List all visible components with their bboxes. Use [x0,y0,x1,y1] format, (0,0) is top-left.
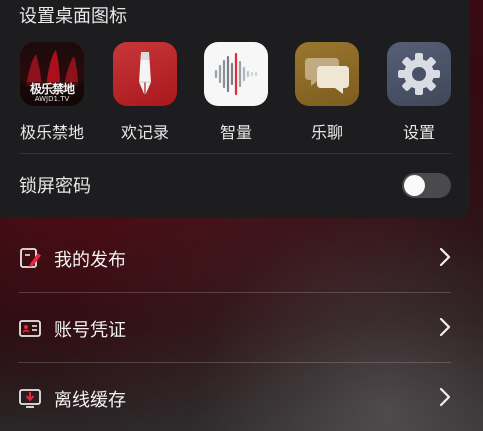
menu-item-my-posts[interactable]: 我的发布 [0,222,483,292]
app-item-jile-jindi[interactable]: 极乐禁地 AWJD1.TV 极乐禁地 [12,42,92,143]
panel-title: 设置桌面图标 [19,6,127,27]
download-monitor-icon [19,389,41,408]
app-label: 极乐禁地 [19,123,84,142]
app-item-zhiliang[interactable]: 智量 [196,42,276,143]
menu-item-label: 离线缓存 [54,390,126,411]
chat-bubbles-app-icon [295,42,359,106]
lock-password-label: 锁屏密码 [19,176,91,197]
app-label: 欢记录 [120,123,169,142]
app-icon-subtitle-text: AWJD1.TV [34,95,70,103]
app-item-huanjilu[interactable]: 欢记录 [105,42,185,143]
menu-item-label: 我的发布 [54,250,126,271]
desktop-icon-panel: 设置桌面图标 极乐禁地 AWJD1.TV 极乐禁地 欢记录 智量 乐聊 设置 锁… [0,0,470,218]
panel-divider [19,153,451,154]
app-label: 智量 [219,123,252,142]
app-item-settings[interactable]: 设置 [379,42,459,143]
app-icon-row: 极乐禁地 AWJD1.TV 极乐禁地 欢记录 智量 乐聊 设置 [0,42,470,147]
edit-document-icon [20,248,41,268]
menu-item-label: 账号凭证 [54,320,126,341]
menu-item-offline-cache[interactable]: 离线缓存 [0,362,483,431]
soundwave-app-icon [204,42,268,106]
lock-password-toggle[interactable] [402,173,451,198]
toggle-knob [404,175,425,196]
app-label: 设置 [402,123,435,142]
id-card-icon [19,320,41,337]
menu-item-account-credentials[interactable]: 账号凭证 [0,292,483,362]
app-item-leliao[interactable]: 乐聊 [287,42,367,143]
chevron-right-icon [439,387,451,407]
app-label: 乐聊 [310,123,343,142]
chevron-right-icon [439,317,451,337]
gear-app-icon [387,42,451,106]
chevron-right-icon [439,247,451,267]
pen-nib-app-icon [113,42,177,106]
jile-jindi-app-icon: 极乐禁地 AWJD1.TV [20,42,84,106]
